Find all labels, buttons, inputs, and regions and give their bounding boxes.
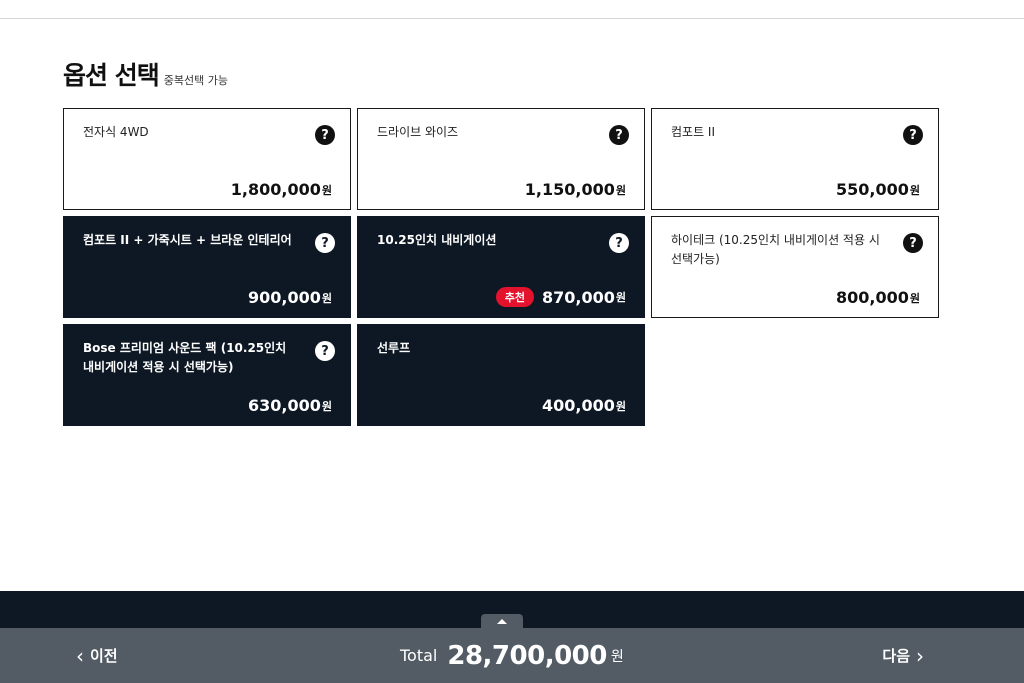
option-card-bose-sound[interactable]: Bose 프리미엄 사운드 팩 (10.25인치 내비게이션 적용 시 선택가능… bbox=[63, 324, 351, 426]
prev-button[interactable]: ‹ 이전 bbox=[76, 628, 118, 683]
option-name: 컴포트 II bbox=[671, 125, 716, 139]
price-unit: 원 bbox=[615, 399, 626, 413]
option-price: 550,000 원 bbox=[836, 180, 920, 199]
option-card-drive-wise[interactable]: 드라이브 와이즈 ? 1,150,000 원 bbox=[357, 108, 645, 210]
option-price: 400,000 원 bbox=[542, 396, 626, 415]
option-name: Bose 프리미엄 사운드 팩 (10.25인치 내비게이션 적용 시 선택가능… bbox=[83, 341, 287, 374]
price-value: 1,150,000 bbox=[524, 180, 615, 199]
chevron-up-icon bbox=[497, 618, 507, 624]
prev-label: 이전 bbox=[90, 647, 118, 665]
price-value: 800,000 bbox=[836, 288, 909, 307]
recommend-badge: 추천 bbox=[495, 287, 534, 307]
option-card-sunroof[interactable]: 선루프 400,000 원 bbox=[357, 324, 645, 426]
option-card-4wd[interactable]: 전자식 4WD ? 1,800,000 원 bbox=[63, 108, 351, 210]
option-price: 800,000 원 bbox=[836, 288, 920, 307]
price-unit: 원 bbox=[909, 291, 920, 305]
price-value: 630,000 bbox=[248, 396, 321, 415]
price-unit: 원 bbox=[321, 291, 332, 305]
option-card-hitech[interactable]: 하이테크 (10.25인치 내비게이션 적용 시 선택가능) ? 800,000… bbox=[651, 216, 939, 318]
price-unit: 원 bbox=[321, 183, 332, 197]
price-unit: 원 bbox=[615, 291, 626, 304]
option-name: 전자식 4WD bbox=[83, 125, 149, 139]
option-name: 드라이브 와이즈 bbox=[377, 125, 459, 139]
total-unit: 원 bbox=[610, 648, 624, 665]
price-value: 1,800,000 bbox=[230, 180, 321, 199]
price-value: 900,000 bbox=[248, 288, 321, 307]
help-icon[interactable]: ? bbox=[315, 233, 335, 253]
page-title: 옵션 선택 bbox=[63, 61, 160, 90]
price-unit: 원 bbox=[909, 183, 920, 197]
help-icon[interactable]: ? bbox=[609, 233, 629, 253]
help-icon[interactable]: ? bbox=[903, 233, 923, 253]
next-label: 다음 bbox=[882, 647, 910, 665]
summary-toggle-button[interactable] bbox=[481, 614, 523, 628]
option-price: 추천 870,000 원 bbox=[495, 287, 626, 307]
option-name: 하이테크 (10.25인치 내비게이션 적용 시 선택가능) bbox=[671, 233, 880, 266]
option-card-navigation[interactable]: 10.25인치 내비게이션 ? 추천 870,000 원 bbox=[357, 216, 645, 318]
option-price: 1,150,000 원 bbox=[525, 180, 626, 199]
section-heading: 옵션 선택 중복선택 가능 bbox=[63, 56, 228, 92]
help-icon[interactable]: ? bbox=[609, 125, 629, 145]
chevron-right-icon: › bbox=[916, 643, 924, 668]
price-value: 870,000 bbox=[542, 287, 615, 307]
page-subtitle: 중복선택 가능 bbox=[163, 74, 228, 87]
option-price: 900,000 원 bbox=[248, 288, 332, 307]
option-card-comfort-2[interactable]: 컴포트 II ? 550,000 원 bbox=[651, 108, 939, 210]
option-price: 1,800,000 원 bbox=[231, 180, 332, 199]
total-price: Total 28,700,000 원 bbox=[400, 628, 624, 683]
option-card-comfort-leather[interactable]: 컴포트 II + 가죽시트 + 브라운 인테리어 ? 900,000 원 bbox=[63, 216, 351, 318]
price-value: 550,000 bbox=[836, 180, 909, 199]
help-icon[interactable]: ? bbox=[315, 341, 335, 361]
option-name: 컴포트 II + 가죽시트 + 브라운 인테리어 bbox=[83, 233, 292, 247]
top-divider bbox=[0, 18, 1024, 19]
help-icon[interactable]: ? bbox=[315, 125, 335, 145]
price-value: 400,000 bbox=[542, 396, 615, 415]
option-name: 10.25인치 내비게이션 bbox=[377, 233, 497, 247]
total-label: Total bbox=[400, 646, 438, 665]
next-button[interactable]: 다음 › bbox=[882, 628, 924, 683]
price-unit: 원 bbox=[615, 183, 626, 197]
help-icon[interactable]: ? bbox=[903, 125, 923, 145]
chevron-left-icon: ‹ bbox=[76, 643, 84, 668]
option-name: 선루프 bbox=[377, 341, 411, 355]
footer-bar: ‹ 이전 Total 28,700,000 원 다음 › bbox=[0, 628, 1024, 683]
option-price: 630,000 원 bbox=[248, 396, 332, 415]
price-unit: 원 bbox=[321, 399, 332, 413]
total-amount: 28,700,000 bbox=[447, 640, 607, 671]
